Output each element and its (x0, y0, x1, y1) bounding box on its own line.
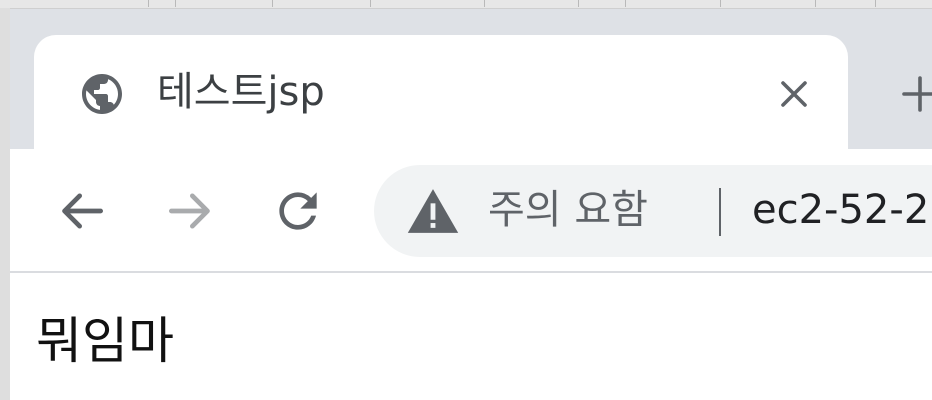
browser-window: 테스트jsp 주의 요함 ec2-52-2 뭐임마 (0, 0, 932, 400)
globe-icon (82, 74, 122, 114)
address-bar-separator (719, 188, 721, 236)
close-icon[interactable] (770, 70, 818, 118)
url-text[interactable]: ec2-52-2 (752, 180, 929, 240)
warning-icon[interactable] (406, 188, 460, 234)
arrow-left-icon[interactable] (54, 183, 110, 239)
plus-icon[interactable] (896, 70, 932, 118)
security-status-label[interactable]: 주의 요함 (488, 180, 648, 240)
reload-icon[interactable] (270, 183, 326, 239)
window-left-edge (0, 8, 10, 400)
arrow-right-icon[interactable] (162, 183, 218, 239)
page-body-text: 뭐임마 (36, 312, 174, 370)
tab-title: 테스트jsp (157, 69, 325, 115)
desktop-background-strip (0, 0, 932, 9)
